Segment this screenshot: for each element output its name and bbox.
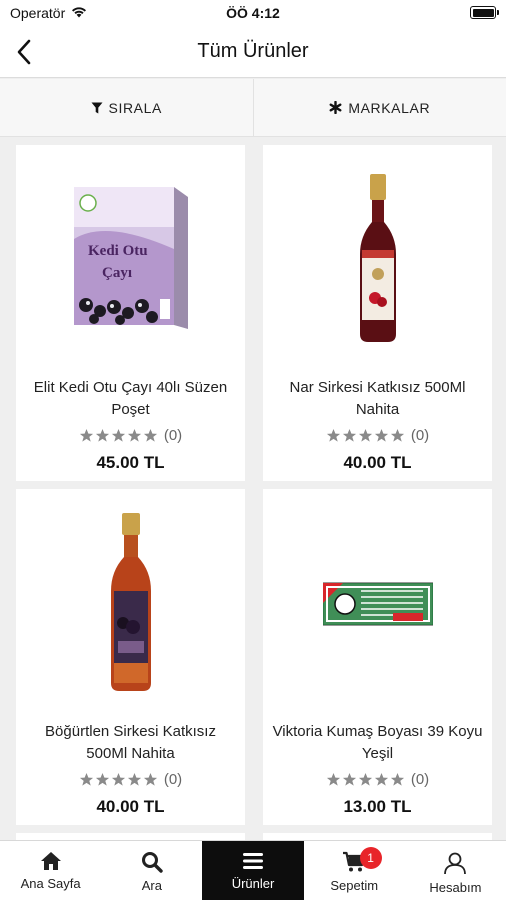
star-icon [111,428,125,442]
star-rating-icon [79,428,158,443]
tab-products-label: Ürünler [231,876,275,891]
status-time: ÖÖ 4:12 [226,5,280,21]
tab-account-label: Hesabım [429,880,482,895]
product-rating: (0) [263,771,492,788]
tab-home-label: Ana Sayfa [20,876,81,891]
star-icon [95,772,109,786]
tab-search-label: Ara [141,878,162,893]
search-icon [141,852,163,873]
sort-label: SIRALA [108,99,162,116]
star-icon [95,428,109,442]
star-icon [390,772,404,786]
product-card[interactable]: Nar Sirkesi Katkısız 500Ml Nahita (0) 40… [263,145,492,481]
screen: Operatör ÖÖ 4:12 Tüm Ürünler SIRALA MARK… [0,0,506,900]
star-rating-icon [326,772,405,787]
sort-button[interactable]: SIRALA [0,79,253,136]
tab-account[interactable]: Hesabım [405,841,506,900]
star-icon [374,772,388,786]
review-count: (0) [163,427,183,444]
product-price: 13.00 TL [343,797,412,816]
star-rating-icon [326,428,405,443]
filter-bar: SIRALA MARKALAR [0,79,506,137]
product-image: Kedi Otu Çayı [16,159,245,359]
star-icon [326,428,340,442]
brands-button[interactable]: MARKALAR [252,79,506,136]
product-card[interactable]: Viktoria Kumaş Boyası 39 Koyu Yeşil (0) … [263,489,492,825]
page-title: Tüm Ürünler [197,40,309,62]
tab-cart-label: Sepetim [330,878,379,893]
product-card[interactable] [263,833,492,840]
tab-bar: Ana Sayfa Ara Ürünler 1 Sepetim Hesabım [0,840,506,900]
product-rating: (0) [16,771,245,788]
star-rating-icon [79,772,158,787]
product-rating: (0) [263,427,492,444]
star-icon [390,428,404,442]
product-image [16,503,245,703]
product-rating: (0) [16,427,245,444]
filter-icon [91,102,103,113]
menu-icon [243,853,263,869]
tab-cart[interactable]: 1 Sepetim [304,841,405,900]
product-name: Elit Kedi Otu Çayı 40lı Süzen Poşet [33,379,228,418]
svg-text:Çayı: Çayı [102,265,132,281]
star-icon [111,772,125,786]
product-price: 40.00 TL [343,453,412,472]
product-image [263,503,492,703]
star-icon [143,428,157,442]
star-icon [79,428,93,442]
star-icon [342,428,356,442]
star-icon [79,772,93,786]
star-icon [326,772,340,786]
tab-home[interactable]: Ana Sayfa [0,841,101,900]
asterisk-icon [329,101,342,114]
star-icon [358,772,372,786]
star-icon [374,428,388,442]
product-name: Viktoria Kumaş Boyası 39 Koyu Yeşil [272,723,483,762]
product-name: Nar Sirkesi Katkısız 500Ml Nahita [289,379,466,418]
review-count: (0) [410,771,430,788]
product-card[interactable]: Kedi Otu Çayı Elit Kedi Otu Çayı 40lı Sü… [16,145,245,481]
star-icon [342,772,356,786]
review-count: (0) [163,771,183,788]
product-card[interactable]: Böğürtlen Sirkesi Katkısız 500Ml Nahita … [16,489,245,825]
product-grid: Kedi Otu Çayı Elit Kedi Otu Çayı 40lı Sü… [0,137,506,840]
svg-text:Kedi Otu: Kedi Otu [88,243,148,259]
product-image [263,159,492,359]
cart-badge: 1 [359,847,382,869]
star-icon [127,772,141,786]
tab-search[interactable]: Ara [101,841,202,900]
product-card[interactable] [16,833,245,840]
star-icon [127,428,141,442]
tab-products[interactable]: Ürünler [202,841,304,900]
home-icon [40,852,61,870]
star-icon [358,428,372,442]
product-price: 40.00 TL [96,797,165,816]
battery-icon [470,6,499,19]
product-name: Böğürtlen Sirkesi Katkısız 500Ml Nahita [45,723,216,762]
review-count: (0) [410,427,430,444]
header: Tüm Ürünler [0,26,506,78]
brands-label: MARKALAR [348,99,431,116]
status-bar: Operatör ÖÖ 4:12 [0,0,506,26]
user-icon [444,852,467,875]
star-icon [143,772,157,786]
product-price: 45.00 TL [96,453,165,472]
